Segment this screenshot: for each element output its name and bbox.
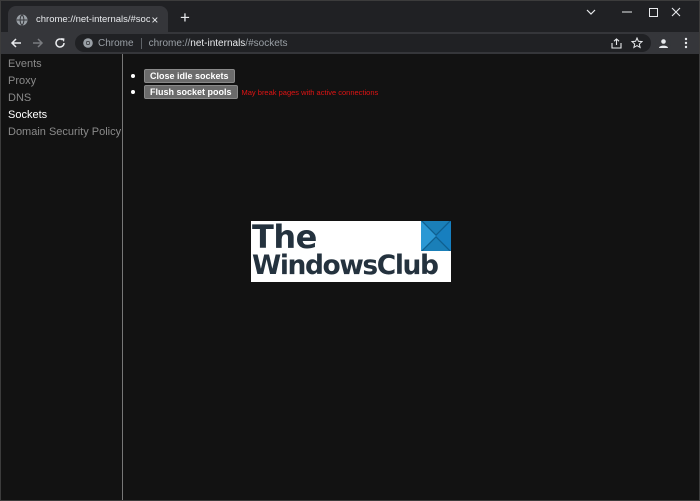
list-item: Flush socket pools May break pages with … [131, 84, 379, 100]
window-close-icon[interactable] [653, 1, 699, 23]
url-host: net-internals [190, 37, 246, 49]
socket-actions-list: Close idle sockets Flush socket pools Ma… [131, 68, 379, 100]
profile-avatar-icon[interactable] [655, 35, 671, 51]
url-scheme: chrome:// [148, 37, 191, 49]
share-icon[interactable] [609, 36, 623, 50]
bullet [131, 90, 135, 94]
forward-arrow-icon[interactable] [30, 35, 46, 51]
omnibox-divider [140, 37, 142, 49]
url-path: /#sockets [245, 37, 288, 49]
bullet [131, 74, 135, 78]
watermark-line1: The [252, 218, 317, 256]
chrome-logo-icon [83, 38, 93, 48]
back-arrow-icon[interactable] [8, 35, 24, 51]
flush-warning-text: May break pages with active connections [241, 87, 379, 97]
tab-strip: chrome://net-internals/#sockets × + [1, 1, 699, 33]
sidebar-item-proxy[interactable]: Proxy [1, 73, 122, 90]
tab-title: chrome://net-internals/#sockets [36, 14, 150, 25]
browser-tab[interactable]: chrome://net-internals/#sockets × [8, 6, 168, 33]
browser-window: chrome://net-internals/#sockets × + [0, 0, 700, 501]
site-chip-label: Chrome [98, 37, 134, 49]
sidebar-item-sockets[interactable]: Sockets [1, 107, 122, 124]
watermark-logo: The WindowsClub [251, 218, 451, 282]
reload-icon[interactable] [52, 35, 68, 51]
kebab-menu-icon[interactable] [679, 35, 693, 51]
list-item: Close idle sockets [131, 68, 378, 84]
windows-logo-icon [421, 221, 451, 251]
close-idle-sockets-button[interactable]: Close idle sockets [144, 69, 235, 83]
toolbar: Chrome chrome://net-internals/#sockets [1, 32, 699, 54]
sidebar-item-domain-security-policy[interactable]: Domain Security Policy [1, 124, 122, 141]
star-icon[interactable] [630, 36, 644, 50]
sidebar-item-events[interactable]: Events [1, 56, 122, 73]
watermark-line2: WindowsClub [252, 250, 439, 281]
globe-icon [16, 13, 28, 26]
sidebar-item-dns[interactable]: DNS [1, 90, 122, 107]
flush-socket-pools-button[interactable]: Flush socket pools [144, 85, 238, 99]
new-tab-button[interactable]: + [177, 9, 193, 26]
address-bar[interactable]: Chrome chrome://net-internals/#sockets [75, 34, 651, 52]
sidebar: Events Proxy DNS Sockets Domain Security… [1, 54, 123, 500]
tab-close-icon[interactable]: × [150, 14, 160, 26]
